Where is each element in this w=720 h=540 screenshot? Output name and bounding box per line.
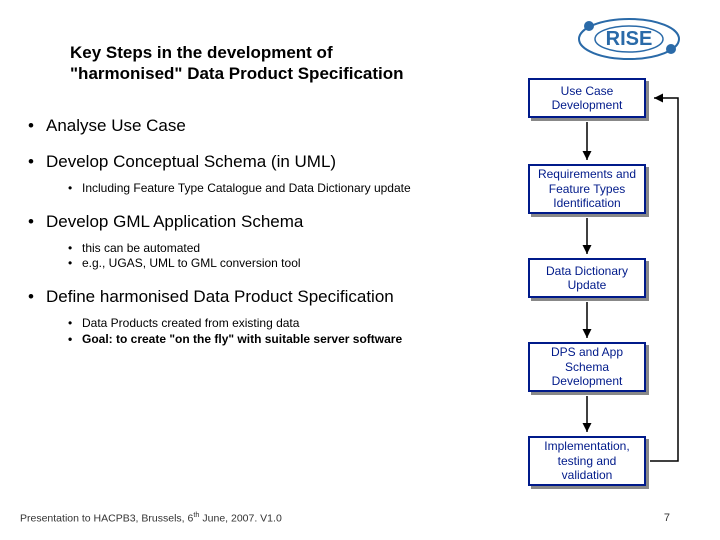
- box-requirements: Requirements and Feature Types Identific…: [528, 164, 646, 214]
- subbullet-ugas: e.g., UGAS, UML to GML conversion tool: [28, 256, 468, 272]
- page-number: 7: [664, 512, 670, 524]
- logo-text: RISE: [606, 28, 653, 50]
- box-dps-schema: DPS and App Schema Development: [528, 342, 646, 392]
- rise-logo: RISE: [574, 14, 684, 64]
- footer-part-a: Presentation to HACPB3, Brussels, 6: [20, 512, 193, 524]
- bullet-gml-schema: Develop GML Application Schema: [28, 211, 468, 233]
- box-data-dictionary: Data Dictionary Update: [528, 258, 646, 298]
- footer-part-b: June, 2007. V1.0: [199, 512, 281, 524]
- subbullet-automated: this can be automated: [28, 241, 468, 257]
- subbullet-feature-catalogue: Including Feature Type Catalogue and Dat…: [28, 181, 468, 197]
- subbullet-goal: Goal: to create "on the fly" with suitab…: [28, 332, 468, 348]
- process-diagram: Use Case Development Requirements and Fe…: [528, 78, 696, 498]
- slide-title: Key Steps in the development of "harmoni…: [70, 42, 440, 85]
- box-use-case: Use Case Development: [528, 78, 646, 118]
- footer-text: Presentation to HACPB3, Brussels, 6th Ju…: [20, 510, 282, 525]
- bullet-conceptual-schema: Develop Conceptual Schema (in UML): [28, 151, 468, 173]
- box-implementation: Implementation, testing and validation: [528, 436, 646, 486]
- content-area: Analyse Use Case Develop Conceptual Sche…: [28, 115, 468, 361]
- bullet-analyse: Analyse Use Case: [28, 115, 468, 137]
- subbullet-existing-data: Data Products created from existing data: [28, 316, 468, 332]
- bullet-define-dps: Define harmonised Data Product Specifica…: [28, 286, 468, 308]
